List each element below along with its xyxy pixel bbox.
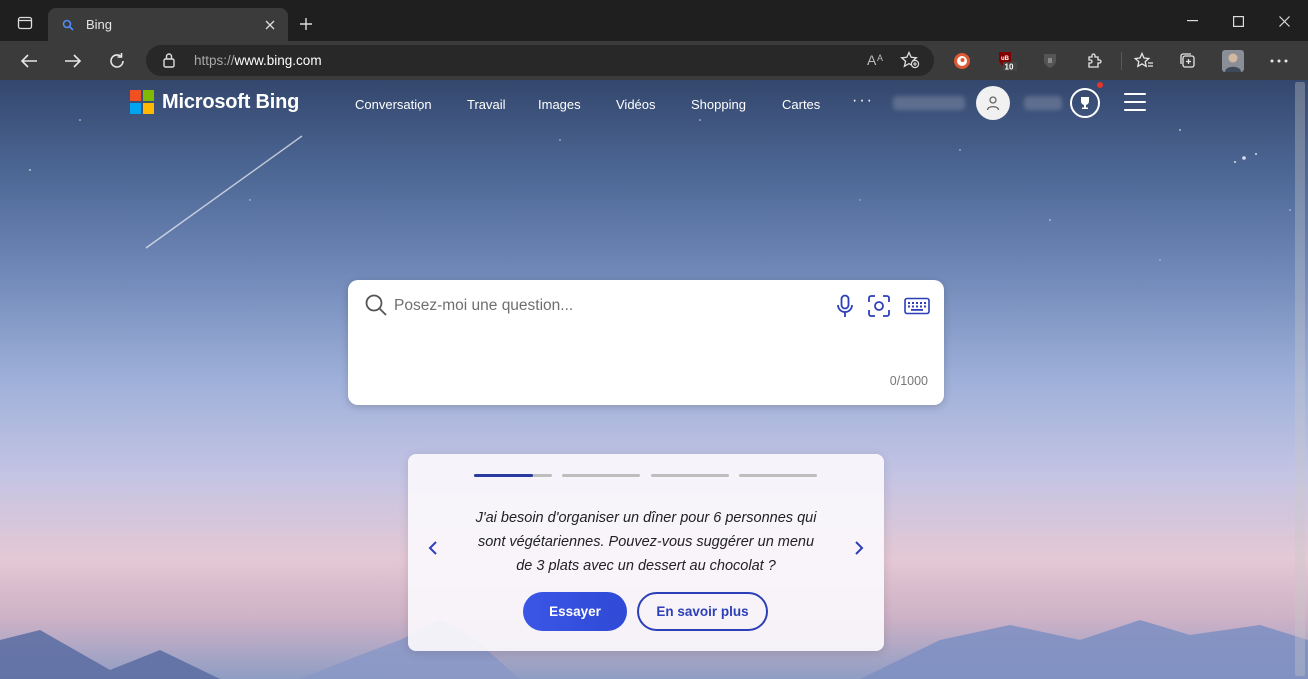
nav-shopping[interactable]: Shopping <box>691 97 746 112</box>
svg-text:A: A <box>867 52 877 68</box>
carousel-indicator-2[interactable] <box>562 474 640 477</box>
microsoft-logo-icon <box>130 90 154 114</box>
nav-cartes[interactable]: Cartes <box>782 97 820 112</box>
microphone-icon[interactable] <box>832 293 858 319</box>
rewards-points-blurred[interactable] <box>1024 96 1062 110</box>
maximize-button[interactable] <box>1215 6 1261 36</box>
close-tab-icon[interactable] <box>260 15 280 35</box>
rewards-trophy-icon[interactable] <box>1070 88 1100 118</box>
minimize-button[interactable] <box>1169 6 1215 36</box>
chevron-right-icon[interactable] <box>847 536 871 560</box>
forward-button[interactable] <box>58 46 88 76</box>
svg-text:uB: uB <box>1001 56 1010 62</box>
add-favorite-icon[interactable] <box>900 50 920 74</box>
bing-homepage: Microsoft Bing Conversation Travail Imag… <box>0 80 1308 679</box>
suggestion-card: J'ai besoin d'organiser un dîner pour 6 … <box>408 454 884 651</box>
page-scrollbar[interactable] <box>1292 80 1308 679</box>
tab-title: Bing <box>86 17 113 32</box>
learn-more-button[interactable]: En savoir plus <box>637 592 768 631</box>
back-button[interactable] <box>14 46 44 76</box>
nav-images[interactable]: Images <box>538 97 581 112</box>
suggestion-prompt: J'ai besoin d'organiser un dîner pour 6 … <box>475 510 817 574</box>
new-tab-button[interactable] <box>294 12 318 36</box>
nav-travail[interactable]: Travail <box>467 97 506 112</box>
more-menu-icon[interactable] <box>1268 50 1290 72</box>
address-bar[interactable]: https://www.bing.com AA <box>146 45 934 76</box>
nav-conversation[interactable]: Conversation <box>355 97 432 112</box>
search-box: 0/1000 <box>348 280 944 405</box>
browser-titlebar: Bing <box>0 0 1308 41</box>
try-button[interactable]: Essayer <box>523 592 627 631</box>
url-host: www.bing.com <box>234 53 322 68</box>
user-icon <box>986 96 1000 111</box>
duckduckgo-icon[interactable] <box>951 50 973 72</box>
browser-toolbar: https://www.bing.com AA uB 10 <box>0 41 1308 80</box>
visual-search-icon[interactable] <box>866 293 892 319</box>
close-window-button[interactable] <box>1261 6 1307 36</box>
nav-more-button[interactable]: ··· <box>852 92 874 110</box>
extensions-icon[interactable] <box>1083 50 1105 72</box>
logo-text: Microsoft Bing <box>162 90 300 113</box>
read-aloud-icon[interactable]: AA <box>866 51 886 74</box>
notification-dot <box>1097 82 1103 88</box>
carousel-indicator-4[interactable] <box>739 474 817 477</box>
profile-avatar[interactable] <box>1222 50 1244 72</box>
carousel-indicator-3[interactable] <box>651 474 729 477</box>
ublock-badge: 10 <box>1005 63 1014 72</box>
chevron-left-icon[interactable] <box>421 536 445 560</box>
search-icon <box>364 293 388 322</box>
account-avatar[interactable] <box>976 86 1010 120</box>
bing-favicon-icon <box>60 17 76 33</box>
toolbar-separator <box>1121 52 1122 70</box>
lock-icon[interactable] <box>162 52 176 73</box>
shield-extension-icon[interactable] <box>1039 50 1061 72</box>
character-counter: 0/1000 <box>889 374 928 388</box>
collections-icon[interactable] <box>1177 50 1199 72</box>
svg-text:A: A <box>877 53 883 63</box>
refresh-button[interactable] <box>102 46 132 76</box>
keyboard-icon[interactable] <box>903 293 931 319</box>
hamburger-menu-icon[interactable] <box>1124 93 1146 111</box>
url-text[interactable]: https://www.bing.com <box>194 53 322 68</box>
ublock-icon[interactable]: uB 10 <box>996 50 1018 72</box>
microsoft-bing-logo[interactable]: Microsoft Bing <box>130 90 299 114</box>
url-protocol: https:// <box>194 53 235 68</box>
carousel-indicator-1[interactable] <box>474 474 552 477</box>
nav-videos[interactable]: Vidéos <box>616 97 656 112</box>
favorites-icon[interactable] <box>1133 50 1155 72</box>
tab-actions-icon[interactable] <box>12 10 38 36</box>
account-name-blurred[interactable] <box>893 96 965 110</box>
browser-tab[interactable]: Bing <box>48 8 288 41</box>
search-input[interactable] <box>394 294 814 318</box>
